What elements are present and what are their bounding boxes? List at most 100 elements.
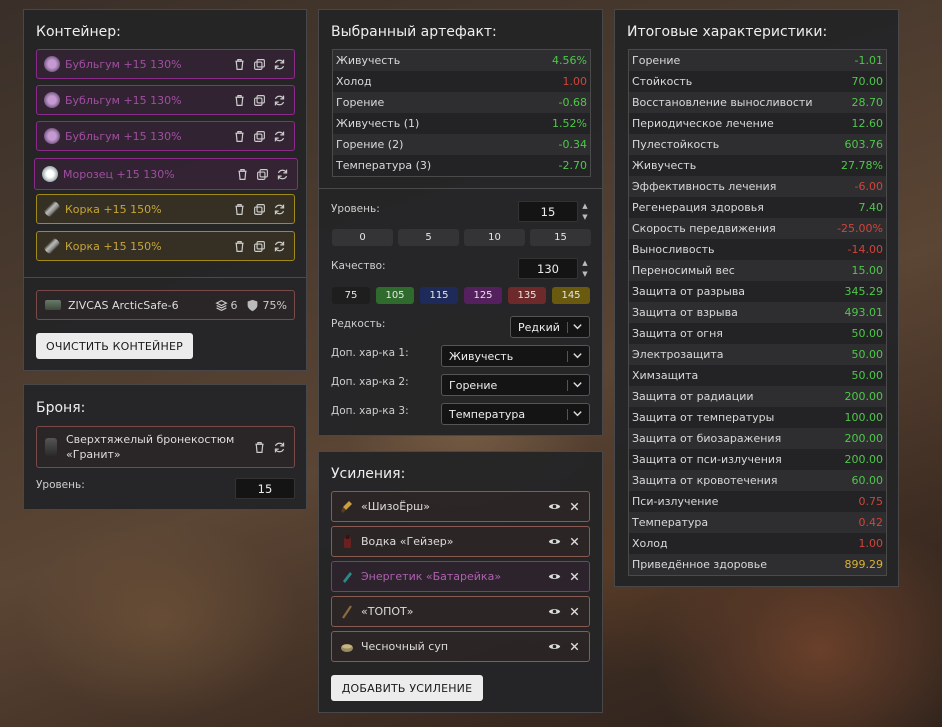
stat-name: Переносимый вес [632, 264, 735, 277]
copy-icon[interactable] [252, 202, 266, 216]
eye-icon[interactable] [547, 535, 561, 549]
stat-value: 12.60 [851, 117, 884, 130]
quality-preset-button[interactable]: 75 [332, 287, 370, 304]
extra3-select[interactable]: Температура [441, 403, 590, 425]
eye-icon[interactable] [547, 570, 561, 584]
boost-label: Энергетик «Батарейка» [361, 570, 502, 583]
close-icon[interactable] [567, 640, 581, 654]
extra2-select[interactable]: Горение [441, 374, 590, 396]
refresh-icon[interactable] [272, 239, 286, 253]
boost-item[interactable]: «ТОПОТ» [331, 596, 590, 627]
copy-icon[interactable] [252, 239, 266, 253]
boost-item[interactable]: Водка «Гейзер» [331, 526, 590, 557]
totals-title: Итоговые характеристики: [627, 24, 828, 40]
stat-value: 4.56% [552, 54, 587, 67]
close-icon[interactable] [567, 605, 581, 619]
refresh-icon[interactable] [272, 440, 286, 454]
level-preset-button[interactable]: 5 [398, 229, 459, 246]
trash-icon[interactable] [232, 202, 246, 216]
container-slot-count: 6 [230, 298, 238, 312]
clear-container-button[interactable]: ОЧИСТИТЬ КОНТЕЙНЕР [36, 333, 193, 359]
refresh-icon[interactable] [272, 202, 286, 216]
stat-row: Температура (3) -2.70 [333, 155, 590, 176]
copy-icon[interactable] [255, 167, 269, 181]
copy-icon[interactable] [252, 57, 266, 71]
close-icon[interactable] [567, 535, 581, 549]
quality-preset-button[interactable]: 135 [508, 287, 546, 304]
level-preset-button[interactable]: 0 [332, 229, 393, 246]
extra1-select[interactable]: Живучесть [441, 345, 590, 367]
stat-row: Пси-излучение 0.75 [629, 491, 886, 512]
eye-icon[interactable] [547, 640, 561, 654]
trash-icon[interactable] [232, 239, 246, 253]
stat-row: Скорость передвижения -25.00% [629, 218, 886, 239]
stat-name: Восстановление выносливости [632, 96, 813, 109]
trash-icon[interactable] [252, 440, 266, 454]
container-slot[interactable]: Бубльгум +15 130% [36, 121, 295, 151]
quality-preset-button[interactable]: 105 [376, 287, 414, 304]
container-slot[interactable]: Корка +15 150% [36, 231, 295, 261]
stat-name: Пси-излучение [632, 495, 719, 508]
armor-item[interactable]: Сверхтяжелый бронекостюм «Гранит» [36, 426, 295, 468]
stat-name: Защита от пси-излучения [632, 453, 782, 466]
eye-icon[interactable] [547, 500, 561, 514]
quality-preset-button[interactable]: 145 [552, 287, 590, 304]
stat-value: 200.00 [844, 432, 884, 445]
stat-row: Приведённое здоровье 899.29 [629, 554, 886, 575]
stat-name: Защита от температуры [632, 411, 775, 424]
copy-icon[interactable] [252, 129, 266, 143]
refresh-icon[interactable] [275, 167, 289, 181]
armor-level-label: Уровень: [36, 479, 85, 491]
stat-value: 27.78% [841, 159, 883, 172]
extra1-label: Доп. хар-ка 1: [331, 347, 409, 359]
stat-name: Защита от разрыва [632, 285, 746, 298]
stat-value: 345.29 [844, 285, 884, 298]
quality-preset-button[interactable]: 115 [420, 287, 458, 304]
eye-icon[interactable] [547, 605, 561, 619]
container-slot[interactable]: Морозец +15 130% [34, 158, 298, 190]
stat-name: Живучесть [336, 54, 401, 67]
stat-value: 100.00 [844, 411, 884, 424]
container-slot[interactable]: Бубльгум +15 130% [36, 85, 295, 115]
stat-row: Стойкость 70.00 [629, 71, 886, 92]
rarity-select[interactable]: Редкий [510, 316, 590, 338]
level-preset-button[interactable]: 15 [530, 229, 591, 246]
container-slot[interactable]: Бубльгум +15 130% [36, 49, 295, 79]
artifact-quality-input[interactable]: 130 [518, 258, 578, 279]
stat-row: Горение (2) -0.34 [333, 134, 590, 155]
stat-row: Защита от взрыва 493.01 [629, 302, 886, 323]
stat-value: -2.70 [558, 159, 587, 172]
artifact-level-input[interactable]: 15 [518, 201, 578, 222]
refresh-icon[interactable] [272, 129, 286, 143]
level-spinner[interactable]: ▲ ▼ [581, 202, 589, 222]
trash-icon[interactable] [232, 57, 246, 71]
totals-stats-table: Горение -1.01 Стойкость 70.00 Восстановление… [628, 49, 887, 576]
quality-preset-button[interactable]: 125 [464, 287, 502, 304]
add-boost-button[interactable]: ДОБАВИТЬ УСИЛЕНИЕ [331, 675, 483, 701]
stat-row: Холод 1.00 [333, 71, 590, 92]
trash-icon[interactable] [232, 93, 246, 107]
close-icon[interactable] [567, 500, 581, 514]
container-item[interactable]: ZIVCAS ArcticSafe-6 6 75% [36, 290, 295, 320]
stat-name: Приведённое здоровье [632, 558, 768, 571]
armor-level-input[interactable]: 15 [235, 478, 295, 499]
stat-value: 200.00 [844, 390, 884, 403]
refresh-icon[interactable] [272, 93, 286, 107]
crust-artifact-icon [44, 201, 60, 217]
boost-item[interactable]: Чесночный суп [331, 631, 590, 662]
trash-icon[interactable] [235, 167, 249, 181]
level-preset-button[interactable]: 10 [464, 229, 525, 246]
slot-label: Морозец +15 130% [63, 167, 175, 181]
stat-value: -0.68 [558, 96, 587, 109]
container-title: Контейнер: [36, 24, 121, 40]
brush-icon [340, 500, 354, 514]
stat-name: Выносливость [632, 243, 715, 256]
boost-item[interactable]: «ШизоЁрш» [331, 491, 590, 522]
refresh-icon[interactable] [272, 57, 286, 71]
container-slot[interactable]: Корка +15 150% [36, 194, 295, 224]
copy-icon[interactable] [252, 93, 266, 107]
quality-spinner[interactable]: ▲ ▼ [581, 259, 589, 279]
close-icon[interactable] [567, 570, 581, 584]
boost-item[interactable]: Энергетик «Батарейка» [331, 561, 590, 592]
trash-icon[interactable] [232, 129, 246, 143]
